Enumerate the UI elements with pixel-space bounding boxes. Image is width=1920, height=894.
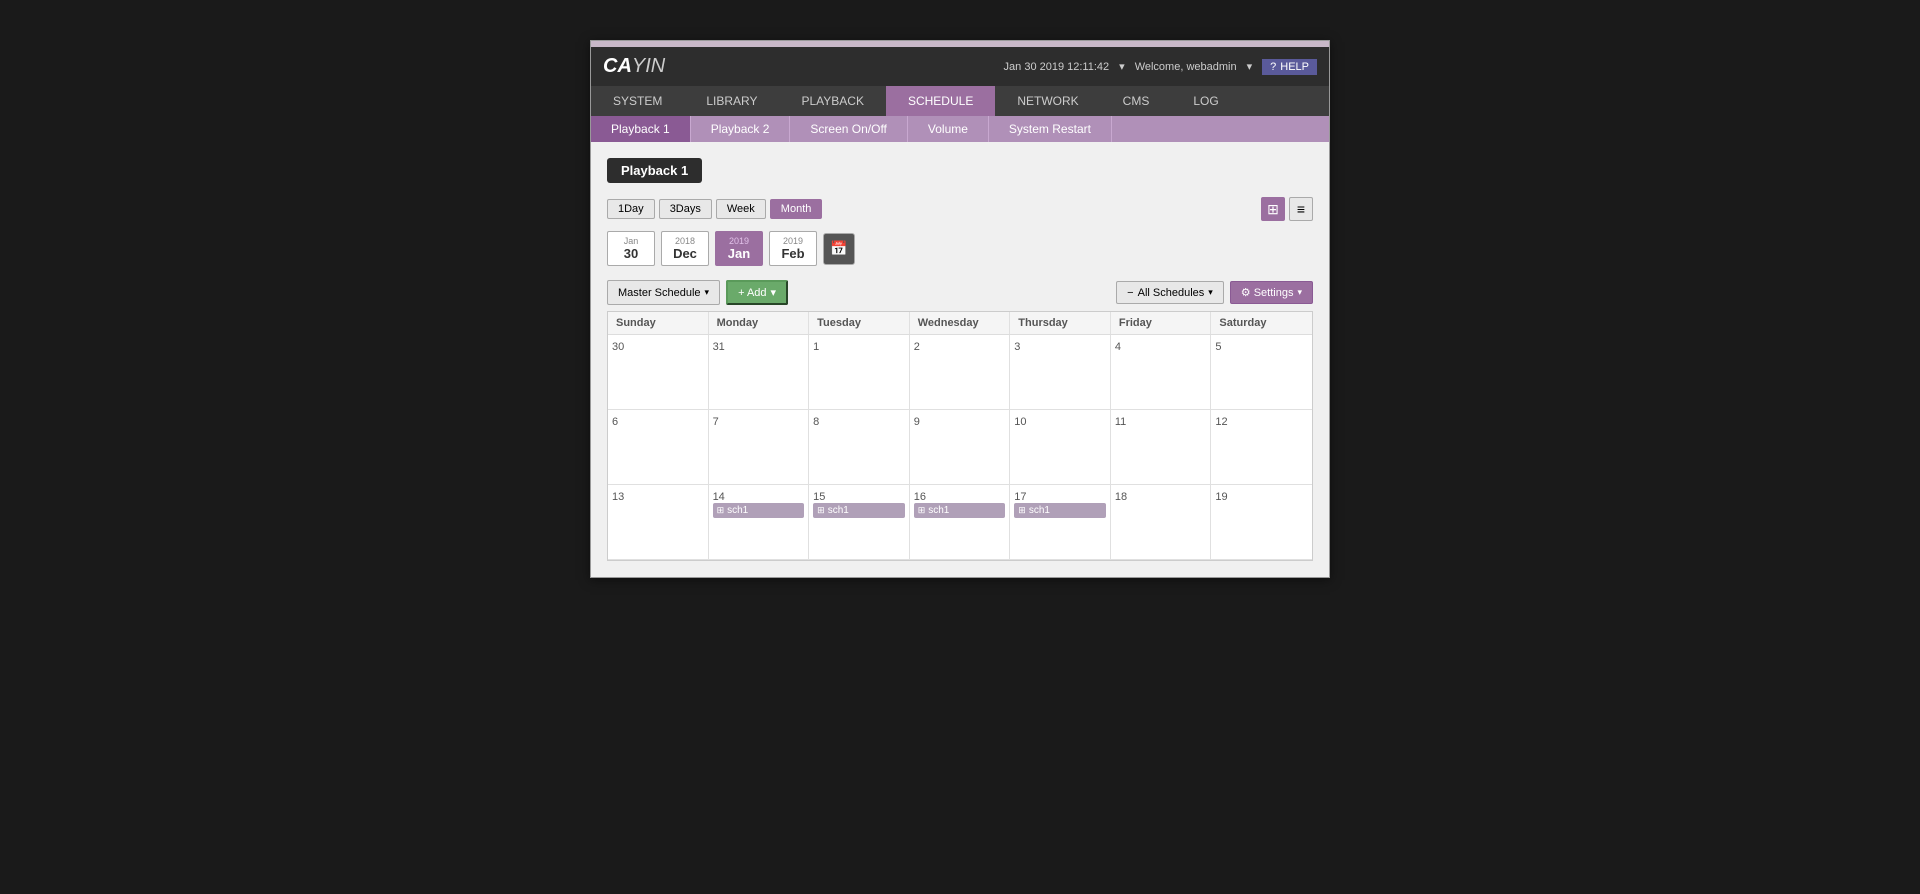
page-title: Playback 1 xyxy=(607,158,702,183)
minus-icon: − xyxy=(1127,287,1133,299)
master-schedule-dropdown[interactable]: Master Schedule ▾ xyxy=(607,280,720,305)
event-16-sch1[interactable]: sch1 xyxy=(914,503,1006,518)
view-3days[interactable]: 3Days xyxy=(659,199,712,219)
view-week[interactable]: Week xyxy=(716,199,766,219)
cal-cell-15[interactable]: 15 sch1 xyxy=(809,485,910,560)
nav-system[interactable]: SYSTEM xyxy=(591,86,684,116)
view-month[interactable]: Month xyxy=(770,199,823,219)
nav-network[interactable]: NETWORK xyxy=(995,86,1100,116)
cal-cell-18[interactable]: 18 xyxy=(1111,485,1212,560)
col-friday: Friday xyxy=(1111,312,1212,334)
schedule-toolbar: Master Schedule ▾ + Add ▾ − All Schedule… xyxy=(607,280,1313,305)
content-area: Playback 1 1Day 3Days Week Month ⊞ ≡ Jan… xyxy=(591,142,1329,577)
view-buttons: 1Day 3Days Week Month xyxy=(607,199,822,219)
col-thursday: Thursday xyxy=(1010,312,1111,334)
cal-cell-11[interactable]: 11 xyxy=(1111,410,1212,485)
all-schedules-dropdown[interactable]: − All Schedules ▾ xyxy=(1116,281,1224,304)
calendar-grid: Sunday Monday Tuesday Wednesday Thursday… xyxy=(607,311,1313,561)
subnav-volume[interactable]: Volume xyxy=(908,116,989,142)
cal-cell-16[interactable]: 16 sch1 xyxy=(910,485,1011,560)
dropdown-arrow-icon: ▾ xyxy=(705,287,710,298)
toolbar-left: Master Schedule ▾ + Add ▾ xyxy=(607,280,788,305)
subnav-playback1[interactable]: Playback 1 xyxy=(591,116,691,142)
col-saturday: Saturday xyxy=(1211,312,1312,334)
grid-view-button[interactable]: ⊞ xyxy=(1261,197,1285,221)
cal-cell-7[interactable]: 7 xyxy=(709,410,810,485)
col-wednesday: Wednesday xyxy=(910,312,1011,334)
cal-cell-31[interactable]: 31 xyxy=(709,335,810,410)
cal-cell-8[interactable]: 8 xyxy=(809,410,910,485)
datetime: Jan 30 2019 12:11:42 xyxy=(1004,61,1110,73)
add-arrow-icon: ▾ xyxy=(771,286,777,299)
toolbar-right: − All Schedules ▾ ⚙ Settings ▾ xyxy=(1116,281,1313,304)
schedules-arrow-icon: ▾ xyxy=(1208,287,1213,298)
main-nav: SYSTEM LIBRARY PLAYBACK SCHEDULE NETWORK… xyxy=(591,86,1329,116)
calendar-week-2: 6 7 8 9 10 11 12 xyxy=(608,410,1312,485)
cal-cell-4[interactable]: 4 xyxy=(1111,335,1212,410)
date-jan30[interactable]: Jan 30 xyxy=(607,231,655,266)
date-jan2019[interactable]: 2019 Jan xyxy=(715,231,763,266)
event-14-sch1[interactable]: sch1 xyxy=(713,503,805,518)
logo: CAYIN xyxy=(603,55,665,78)
view-icons: ⊞ ≡ xyxy=(1261,197,1313,221)
cal-cell-6[interactable]: 6 xyxy=(608,410,709,485)
question-icon: ? xyxy=(1270,61,1276,73)
nav-schedule[interactable]: SCHEDULE xyxy=(886,86,995,116)
subnav-playback2[interactable]: Playback 2 xyxy=(691,116,791,142)
settings-dropdown[interactable]: ⚙ Settings ▾ xyxy=(1230,281,1313,304)
subnav-screenonoff[interactable]: Screen On/Off xyxy=(790,116,907,142)
sub-nav: Playback 1 Playback 2 Screen On/Off Volu… xyxy=(591,116,1329,142)
event-15-sch1[interactable]: sch1 xyxy=(813,503,905,518)
nav-playback[interactable]: PLAYBACK xyxy=(779,86,885,116)
date-nav: Jan 30 2018 Dec 2019 Jan 2019 Feb 📅 xyxy=(607,231,1313,266)
view-1day[interactable]: 1Day xyxy=(607,199,655,219)
cal-cell-19[interactable]: 19 xyxy=(1211,485,1312,560)
cal-cell-30[interactable]: 30 xyxy=(608,335,709,410)
welcome-text: Welcome, webadmin xyxy=(1135,61,1237,73)
cal-cell-3[interactable]: 3 xyxy=(1010,335,1111,410)
app-header: CAYIN Jan 30 2019 12:11:42 ▾ Welcome, we… xyxy=(591,47,1329,86)
calendar-week-1: 30 31 1 2 3 4 5 xyxy=(608,335,1312,410)
nav-log[interactable]: LOG xyxy=(1171,86,1240,116)
subnav-systemrestart[interactable]: System Restart xyxy=(989,116,1112,142)
settings-arrow-icon: ▾ xyxy=(1297,287,1302,298)
cal-cell-1[interactable]: 1 xyxy=(809,335,910,410)
list-view-button[interactable]: ≡ xyxy=(1289,197,1313,221)
calendar-header: Sunday Monday Tuesday Wednesday Thursday… xyxy=(608,312,1312,335)
col-monday: Monday xyxy=(709,312,810,334)
col-tuesday: Tuesday xyxy=(809,312,910,334)
view-controls: 1Day 3Days Week Month ⊞ ≡ xyxy=(607,197,1313,221)
cal-cell-2[interactable]: 2 xyxy=(910,335,1011,410)
help-button[interactable]: ? HELP xyxy=(1262,59,1317,75)
cal-cell-17[interactable]: 17 sch1 xyxy=(1010,485,1111,560)
nav-library[interactable]: LIBRARY xyxy=(684,86,779,116)
cal-cell-10[interactable]: 10 xyxy=(1010,410,1111,485)
add-button[interactable]: + Add ▾ xyxy=(726,280,788,305)
calendar-week-3: 13 14 sch1 15 sch1 16 sch1 17 xyxy=(608,485,1312,560)
col-sunday: Sunday xyxy=(608,312,709,334)
event-17-sch1[interactable]: sch1 xyxy=(1014,503,1106,518)
cal-cell-12[interactable]: 12 xyxy=(1211,410,1312,485)
date-feb2019[interactable]: 2019 Feb xyxy=(769,231,817,266)
cal-cell-5[interactable]: 5 xyxy=(1211,335,1312,410)
browser-window: CAYIN Jan 30 2019 12:11:42 ▾ Welcome, we… xyxy=(590,40,1330,578)
header-right: Jan 30 2019 12:11:42 ▾ Welcome, webadmin… xyxy=(1004,59,1317,75)
date-dec2018[interactable]: 2018 Dec xyxy=(661,231,709,266)
nav-cms[interactable]: CMS xyxy=(1101,86,1172,116)
calendar-container: Sunday Monday Tuesday Wednesday Thursday… xyxy=(607,311,1313,561)
calendar-picker-button[interactable]: 📅 xyxy=(823,233,855,265)
cal-cell-13[interactable]: 13 xyxy=(608,485,709,560)
cal-cell-9[interactable]: 9 xyxy=(910,410,1011,485)
calendar-icon: 📅 xyxy=(830,240,847,257)
cal-cell-14[interactable]: 14 sch1 xyxy=(709,485,810,560)
